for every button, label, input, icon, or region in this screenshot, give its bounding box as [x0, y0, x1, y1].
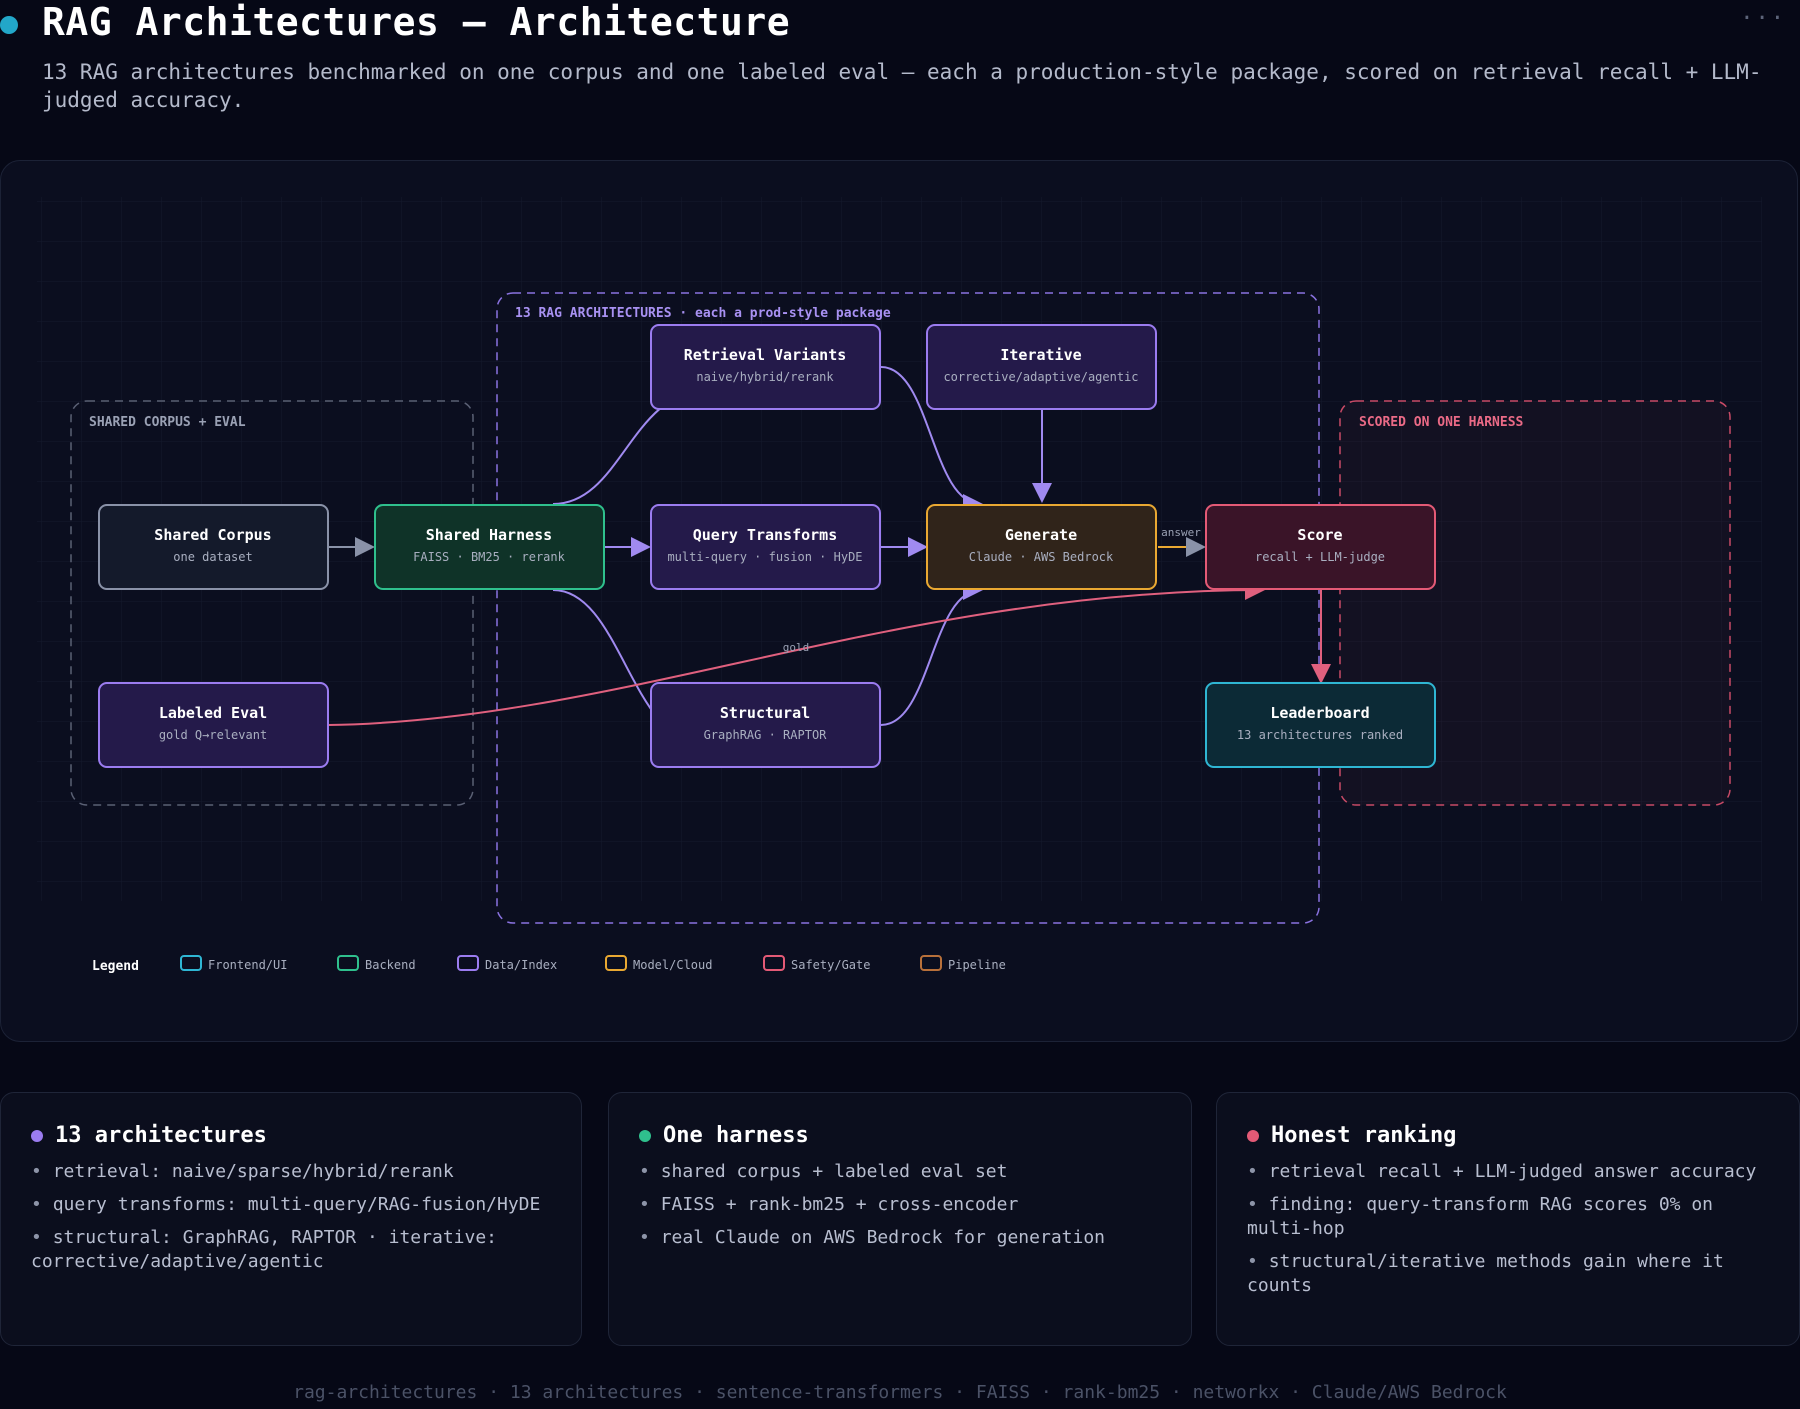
node-title: Score — [1297, 526, 1342, 544]
card-item: real Claude on AWS Bedrock for generatio… — [639, 1226, 1163, 1250]
node-subtitle: corrective/adaptive/agentic — [943, 370, 1138, 384]
node-shared-corpus[interactable]: Shared Corpus one dataset — [98, 504, 329, 590]
node-subtitle: multi-query · fusion · HyDE — [667, 550, 862, 564]
legend-swatch — [763, 955, 785, 971]
node-leaderboard[interactable]: Leaderboard 13 architectures ranked — [1205, 682, 1436, 768]
header-status-dot — [0, 16, 18, 34]
node-structural[interactable]: Structural GraphRAG · RAPTOR — [650, 682, 881, 768]
node-title: Iterative — [1000, 346, 1081, 364]
card-dot — [639, 1129, 651, 1142]
node-subtitle: 13 architectures ranked — [1237, 728, 1403, 742]
architecture-diagram: SHARED CORPUS + EVAL 13 RAG ARCHITECTURE… — [37, 197, 1762, 974]
page-subtitle: 13 RAG architectures benchmarked on one … — [42, 60, 1762, 112]
legend-item-model-cloud: Model/Cloud — [605, 955, 712, 972]
card-dot — [31, 1129, 43, 1142]
node-title: Leaderboard — [1270, 704, 1369, 722]
card-dot — [1247, 1129, 1259, 1142]
card-title: 13 architectures — [55, 1123, 267, 1148]
group-label-corpus-eval: SHARED CORPUS + EVAL — [89, 415, 246, 430]
card-item: structural: GraphRAG, RAPTOR · iterative… — [31, 1226, 553, 1274]
legend-label: Pipeline — [948, 958, 1006, 972]
node-title: Retrieval Variants — [684, 346, 847, 364]
legend-label: Backend — [365, 958, 416, 972]
node-title: Shared Harness — [426, 526, 552, 544]
legend-item-frontend: Frontend/UI — [180, 955, 287, 972]
node-subtitle: FAISS · BM25 · rerank — [413, 550, 565, 564]
card-item: query transforms: multi-query/RAG-fusion… — [31, 1193, 553, 1217]
legend-swatch — [920, 955, 942, 971]
node-subtitle: one dataset — [173, 550, 252, 564]
legend-item-safety-gate: Safety/Gate — [763, 955, 870, 972]
edge-label-answer: answer — [1161, 526, 1201, 539]
legend-label: Safety/Gate — [791, 958, 870, 972]
node-title: Query Transforms — [693, 526, 838, 544]
page-title: RAG Architectures — Architecture — [42, 0, 791, 44]
node-subtitle: GraphRAG · RAPTOR — [704, 728, 828, 742]
card-item: finding: query-transform RAG scores 0% o… — [1247, 1193, 1771, 1241]
card-honest-ranking: Honest ranking retrieval recall + LLM-ju… — [1216, 1092, 1800, 1346]
legend-swatch — [337, 955, 359, 971]
node-title: Shared Corpus — [154, 526, 271, 544]
legend-swatch — [457, 955, 479, 971]
node-score[interactable]: Score recall + LLM-judge — [1205, 504, 1436, 590]
legend-item-data-index: Data/Index — [457, 955, 557, 972]
legend-item-backend: Backend — [337, 955, 416, 972]
more-options-icon[interactable]: ··· — [1740, 6, 1786, 31]
node-retrieval-variants[interactable]: Retrieval Variants naive/hybrid/rerank — [650, 324, 881, 410]
edge-label-gold: gold — [783, 641, 810, 654]
summary-cards: 13 architectures retrieval: naive/sparse… — [0, 1092, 1800, 1346]
legend-label: Frontend/UI — [208, 958, 287, 972]
card-one-harness: One harness shared corpus + labeled eval… — [608, 1092, 1192, 1346]
footer-tech-stack: rag-architectures · 13 architectures · s… — [293, 1382, 1507, 1403]
node-labeled-eval[interactable]: Labeled Eval gold Q→relevant — [98, 682, 329, 768]
card-title: One harness — [663, 1123, 809, 1148]
card-title: Honest ranking — [1271, 1123, 1457, 1148]
legend-swatch — [180, 955, 202, 971]
legend-label: Model/Cloud — [633, 958, 712, 972]
node-iterative[interactable]: Iterative corrective/adaptive/agentic — [926, 324, 1157, 410]
node-subtitle: gold Q→relevant — [159, 728, 267, 742]
card-architectures: 13 architectures retrieval: naive/sparse… — [0, 1092, 582, 1346]
legend: Legend Frontend/UI Backend Data/Index Mo… — [92, 955, 1006, 974]
node-title: Generate — [1005, 526, 1077, 544]
node-generate[interactable]: Generate Claude · AWS Bedrock — [926, 504, 1157, 590]
node-subtitle: Claude · AWS Bedrock — [969, 550, 1114, 564]
node-title: Structural — [720, 704, 810, 722]
card-item: shared corpus + labeled eval set — [639, 1160, 1163, 1184]
legend-title: Legend — [92, 959, 139, 974]
architecture-diagram-panel: SHARED CORPUS + EVAL 13 RAG ARCHITECTURE… — [0, 160, 1798, 1042]
legend-swatch — [605, 955, 627, 971]
group-label-architectures: 13 RAG ARCHITECTURES · each a prod-style… — [515, 306, 891, 321]
card-item: retrieval recall + LLM-judged answer acc… — [1247, 1160, 1771, 1184]
node-shared-harness[interactable]: Shared Harness FAISS · BM25 · rerank — [374, 504, 605, 590]
node-subtitle: naive/hybrid/rerank — [696, 370, 834, 384]
card-item: structural/iterative methods gain where … — [1247, 1250, 1771, 1298]
legend-item-pipeline: Pipeline — [920, 955, 1006, 972]
group-label-harness: SCORED ON ONE HARNESS — [1359, 415, 1524, 430]
node-query-transforms[interactable]: Query Transforms multi-query · fusion · … — [650, 504, 881, 590]
node-title: Labeled Eval — [159, 704, 267, 722]
legend-label: Data/Index — [485, 958, 557, 972]
card-item: FAISS + rank-bm25 + cross-encoder — [639, 1193, 1163, 1217]
node-subtitle: recall + LLM-judge — [1255, 550, 1385, 564]
card-item: retrieval: naive/sparse/hybrid/rerank — [31, 1160, 553, 1184]
